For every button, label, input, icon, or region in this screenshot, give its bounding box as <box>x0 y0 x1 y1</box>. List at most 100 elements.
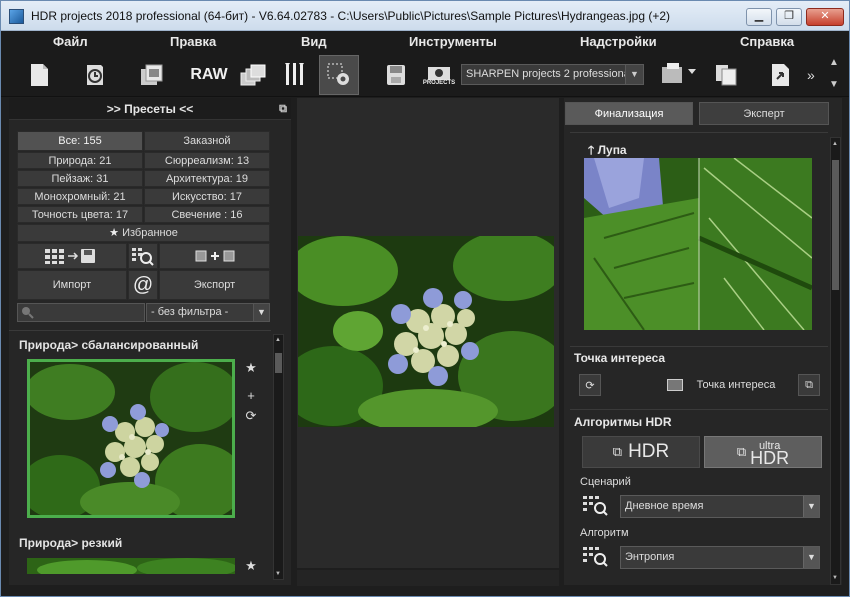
export-target-select[interactable]: SHARPEN projects 2 professional ▼ <box>461 64 644 85</box>
ultra-hdr-label: ultra HDR <box>750 440 789 467</box>
loupe-image <box>584 158 812 330</box>
bracketing-button[interactable] <box>233 55 273 95</box>
hydrangea-thumbnail <box>30 362 232 515</box>
copy-files-button[interactable] <box>706 55 746 95</box>
close-button[interactable]: ✕ <box>806 8 844 26</box>
preset-item-label: Природа> сбалансированный <box>19 338 199 352</box>
import-button[interactable]: Импорт <box>17 270 127 300</box>
toolbar-overflow-button[interactable]: » <box>807 67 815 83</box>
open-images-button[interactable] <box>132 55 172 95</box>
preset-color-button[interactable]: Точность цвета: 17 <box>17 206 143 223</box>
scroll-down-arrow[interactable]: ▼ <box>832 575 839 581</box>
compare-presets-button[interactable] <box>159 243 270 269</box>
export-target-value: SHARPEN projects 2 professional <box>466 68 633 80</box>
arrow-up-icon: 🡑 <box>588 143 595 157</box>
preset-surreal-button[interactable]: Сюрреализм: 13 <box>144 152 270 169</box>
presets-scrollbar[interactable]: ▲ ▼ <box>273 334 284 580</box>
tab-finalization[interactable]: Финализация <box>565 102 693 125</box>
scrollbar-thumb[interactable] <box>275 353 282 373</box>
algorithm-value: Энтропия <box>625 551 675 563</box>
preset-thumbnail[interactable] <box>27 558 235 574</box>
preset-all-button[interactable]: Все: 155 <box>17 131 143 151</box>
divider <box>570 346 828 347</box>
grid-search-icon <box>583 547 608 567</box>
preset-glow-button[interactable]: Свечение : 16 <box>144 206 270 223</box>
scroll-up-arrow[interactable]: ▲ <box>275 337 282 343</box>
open-images-icon <box>141 64 163 85</box>
brushes-button[interactable] <box>275 55 315 95</box>
menu-addons[interactable]: Надстройки <box>580 34 657 49</box>
save-icon <box>387 65 405 85</box>
ultra-hdr-button[interactable]: ⧉ ultra HDR <box>704 436 822 468</box>
scroll-down-arrow[interactable]: ▼ <box>275 571 282 577</box>
export-button[interactable]: Экспорт <box>159 270 270 300</box>
layers-icon: ⧉ <box>736 444 747 459</box>
chevron-down-icon: ▼ <box>803 547 819 568</box>
history-icon <box>87 65 103 85</box>
filter-select[interactable]: - без фильтра - ▼ <box>146 303 270 322</box>
at-icon[interactable]: @ <box>128 270 158 300</box>
poi-square-icon <box>666 379 683 391</box>
save-preset-button[interactable] <box>17 243 127 269</box>
favorite-star-icon[interactable]: ★ <box>243 360 259 376</box>
scrollbar-thumb[interactable] <box>832 160 839 290</box>
undock-icon[interactable]: ⧉ <box>279 98 287 120</box>
raw-button[interactable]: RAW <box>189 55 229 95</box>
preset-landscape-button[interactable]: Пейзаж: 31 <box>17 170 143 187</box>
preset-search-button[interactable] <box>128 243 158 269</box>
preset-thumbnail-selected[interactable] <box>27 359 235 518</box>
scenario-select[interactable]: Дневное время ▼ <box>620 495 820 518</box>
preset-nature-button[interactable]: Природа: 21 <box>17 152 143 169</box>
export-menu-icon <box>662 63 696 83</box>
loupe-view[interactable] <box>584 158 812 330</box>
toolbar-scroll-arrows[interactable]: ▲ ▼ <box>827 57 841 93</box>
main-preview-image[interactable] <box>298 236 554 427</box>
export-menu-button[interactable] <box>657 55 703 95</box>
menu-help[interactable]: Справка <box>740 34 794 49</box>
preset-mono-button[interactable]: Монохромный: 21 <box>17 188 143 205</box>
projects-icon: PROJECTS <box>423 64 455 86</box>
settings-scrollbar[interactable]: ▲ ▼ <box>830 137 841 585</box>
poi-title: Точка интереса <box>574 351 666 365</box>
scroll-up-arrow[interactable]: ▲ <box>832 141 839 147</box>
minimize-button[interactable]: ▁ <box>746 8 772 26</box>
tab-expert[interactable]: Эксперт <box>699 102 829 125</box>
preset-art-button[interactable]: Искусство: 17 <box>144 188 270 205</box>
history-button[interactable] <box>75 55 115 95</box>
algorithm-label: Алгоритм <box>580 527 629 539</box>
menu-file[interactable]: Файл <box>53 34 88 49</box>
new-file-button[interactable] <box>19 55 59 95</box>
poi-button[interactable]: Точка интереса <box>631 374 811 396</box>
add-icon[interactable]: + <box>243 388 259 403</box>
brushes-icon <box>285 63 304 85</box>
preset-architecture-button[interactable]: Архитектура: 19 <box>144 170 270 187</box>
scenario-value: Дневное время <box>625 500 704 512</box>
favorites-button[interactable]: ★ Избранное <box>17 224 270 242</box>
landscape-thumbnail <box>27 558 235 574</box>
algorithm-select[interactable]: Энтропия ▼ <box>620 546 820 569</box>
poi-copy-button[interactable]: ⧉ <box>798 374 820 396</box>
preset-search-input[interactable] <box>17 303 145 322</box>
hydrangea-image <box>298 236 554 427</box>
scenario-label: Сценарий <box>580 476 631 488</box>
reset-poi-button[interactable]: ⟳ <box>579 374 601 396</box>
save-button[interactable] <box>376 55 416 95</box>
grid-search-icon <box>583 496 608 516</box>
favorite-star-icon[interactable]: ★ <box>243 558 259 574</box>
menu-edit[interactable]: Правка <box>170 34 216 49</box>
share-button[interactable] <box>761 55 801 95</box>
search-icon <box>22 307 34 319</box>
maximize-button[interactable]: ❐ <box>776 8 802 26</box>
preset-custom-button[interactable]: Заказной <box>144 131 270 151</box>
hdr-algorithms-title: Алгоритмы HDR <box>574 415 672 429</box>
menu-tools[interactable]: Инструменты <box>409 34 497 49</box>
refresh-icon[interactable]: ⟳ <box>243 408 259 424</box>
compare-icon <box>195 250 234 262</box>
menu-view[interactable]: Вид <box>301 34 327 49</box>
divider <box>570 409 828 410</box>
title-bar: HDR projects 2018 professional (64-бит) … <box>1 1 849 31</box>
projects-button[interactable]: PROJECTS <box>419 55 459 95</box>
settings-button[interactable] <box>319 55 359 95</box>
hdr-button[interactable]: ⧉ HDR <box>582 436 700 468</box>
refresh-icon: ⟳ <box>585 379 595 392</box>
